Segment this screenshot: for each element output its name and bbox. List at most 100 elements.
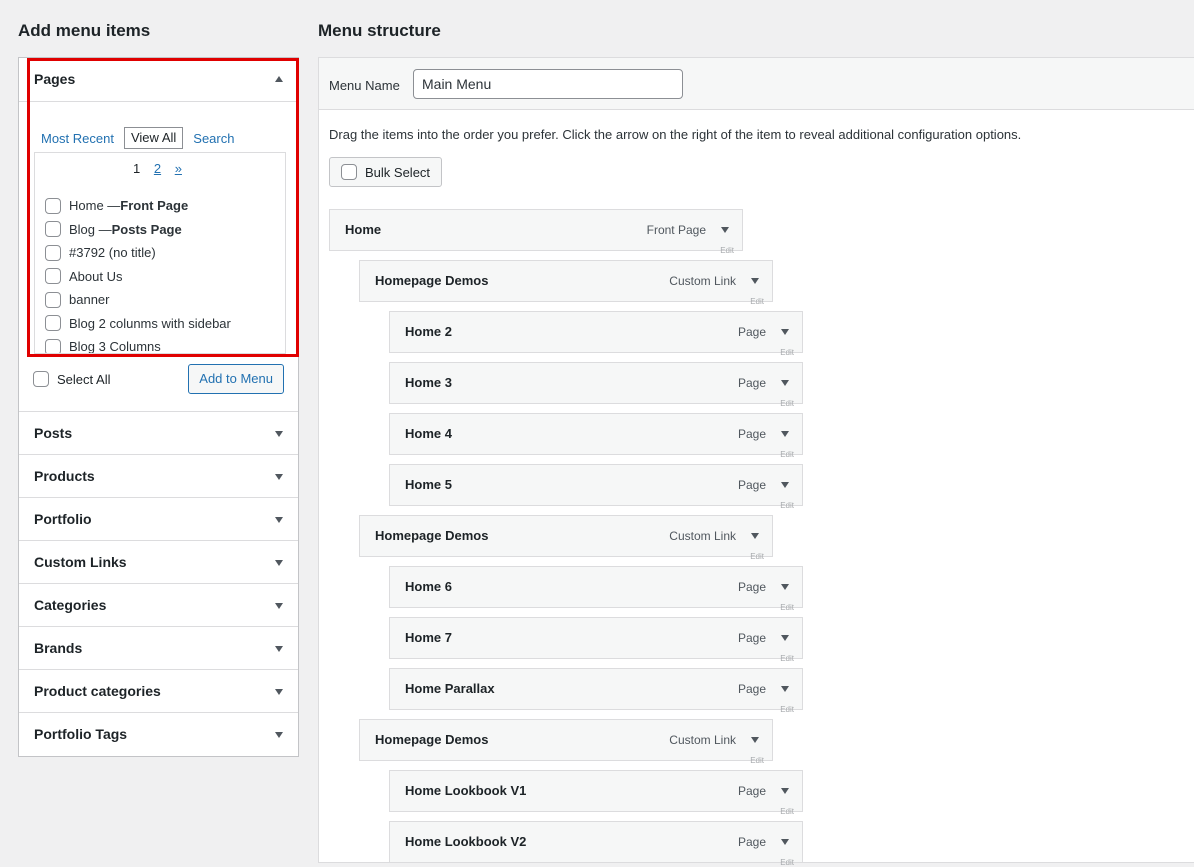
menu-item[interactable]: Home Front Page Edit <box>329 209 743 255</box>
menu-item-edit-link[interactable]: Edit <box>750 756 764 765</box>
page-checklist-item[interactable]: #3792 (no title) <box>45 241 231 265</box>
select-all-label: Select All <box>57 371 111 387</box>
expand-arrow-icon[interactable] <box>275 431 283 437</box>
menu-item[interactable]: Homepage Demos Custom Link Edit <box>359 719 773 765</box>
menu-item[interactable]: Home Parallax Page Edit <box>389 668 803 714</box>
menu-item-title: Homepage Demos <box>375 528 489 543</box>
menu-item-toggle-icon[interactable] <box>781 635 789 641</box>
page-checkbox[interactable] <box>45 315 61 332</box>
menu-item-type: Page <box>737 376 766 390</box>
collapse-arrow-icon[interactable] <box>275 76 283 82</box>
page-checkbox[interactable] <box>45 197 61 214</box>
page-checkbox[interactable] <box>45 268 61 285</box>
menu-item-title: Home 5 <box>405 477 452 492</box>
menu-item-toggle-icon[interactable] <box>781 329 789 335</box>
bulk-select-label: Bulk Select <box>365 164 431 180</box>
accordion-section[interactable]: Products <box>19 455 298 498</box>
page-checkbox[interactable] <box>45 291 61 308</box>
menu-item[interactable]: Home 3 Page Edit <box>389 362 803 408</box>
accordion-section[interactable]: Categories <box>19 584 298 627</box>
menu-item-edit-link[interactable]: Edit <box>780 603 794 612</box>
menu-item-edit-link[interactable]: Edit <box>750 297 764 306</box>
menu-item-toggle-icon[interactable] <box>721 227 729 233</box>
menu-item-edit-link[interactable]: Edit <box>780 654 794 663</box>
menu-item-title: Homepage Demos <box>375 732 489 747</box>
menu-item-toggle-icon[interactable] <box>781 431 789 437</box>
expand-arrow-icon[interactable] <box>275 560 283 566</box>
menu-item[interactable]: Home 5 Page Edit <box>389 464 803 510</box>
menu-item-edit-link[interactable]: Edit <box>780 501 794 510</box>
menu-item-edit-link[interactable]: Edit <box>780 807 794 816</box>
page-checklist-item[interactable]: Blog 2 colunms with sidebar <box>45 312 231 336</box>
menu-item-edit-link[interactable]: Edit <box>720 246 734 255</box>
menu-item-toggle-icon[interactable] <box>781 788 789 794</box>
menu-item-type: Page <box>737 580 766 594</box>
pages-section-header[interactable]: Pages <box>19 58 298 102</box>
accordion-section[interactable]: Posts <box>19 412 298 455</box>
expand-arrow-icon[interactable] <box>275 474 283 480</box>
menu-item-title: Homepage Demos <box>375 273 489 288</box>
menu-item[interactable]: Home Lookbook V1 Page Edit <box>389 770 803 816</box>
page-2-link[interactable]: 2 <box>154 161 161 176</box>
menu-item-title: Home <box>345 222 382 237</box>
page-current: 1 <box>133 161 141 176</box>
page-checklist-item[interactable]: Blog 3 Columns <box>45 335 231 353</box>
accordion-section[interactable]: Product categories <box>19 670 298 713</box>
menu-item-toggle-icon[interactable] <box>781 482 789 488</box>
menu-item-type: Page <box>737 478 766 492</box>
menu-item-toggle-icon[interactable] <box>781 686 789 692</box>
drag-instructions: Drag the items into the order you prefer… <box>329 127 1022 142</box>
page-checklist-item[interactable]: banner <box>45 288 231 312</box>
accordion-section[interactable]: Portfolio Tags <box>19 713 298 756</box>
bulk-select-button[interactable]: Bulk Select <box>329 157 443 187</box>
expand-arrow-icon[interactable] <box>275 646 283 652</box>
menu-item[interactable]: Home Lookbook V2 Page Edit <box>389 821 803 867</box>
add-to-menu-button[interactable]: Add to Menu <box>188 364 284 394</box>
page-checkbox[interactable] <box>45 244 61 261</box>
menu-item[interactable]: Homepage Demos Custom Link Edit <box>359 515 773 561</box>
menu-item-toggle-icon[interactable] <box>781 584 789 590</box>
menu-item[interactable]: Homepage Demos Custom Link Edit <box>359 260 773 306</box>
select-all-checkbox[interactable] <box>33 371 49 387</box>
menu-item-toggle-icon[interactable] <box>751 737 759 743</box>
accordion-section[interactable]: Custom Links <box>19 541 298 584</box>
menu-item-edit-link[interactable]: Edit <box>780 705 794 714</box>
menu-item-toggle-icon[interactable] <box>751 278 759 284</box>
menu-name-bar: Menu Name <box>319 58 1194 110</box>
menu-item[interactable]: Home 7 Page Edit <box>389 617 803 663</box>
page-item-state: Posts Page <box>111 221 182 237</box>
expand-arrow-icon[interactable] <box>275 517 283 523</box>
menu-item-edit-link[interactable]: Edit <box>780 348 794 357</box>
tab-most-recent[interactable]: Most Recent <box>41 128 114 149</box>
menu-item-edit-link[interactable]: Edit <box>750 552 764 561</box>
page-checklist-item[interactable]: About Us <box>45 265 231 289</box>
accordion-section[interactable]: Brands <box>19 627 298 670</box>
menu-item[interactable]: Home 4 Page Edit <box>389 413 803 459</box>
menu-item-toggle-icon[interactable] <box>781 380 789 386</box>
menu-item[interactable]: Home 2 Page Edit <box>389 311 803 357</box>
expand-arrow-icon[interactable] <box>275 603 283 609</box>
accordion-section[interactable]: Portfolio <box>19 498 298 541</box>
tab-search[interactable]: Search <box>193 128 234 149</box>
page-item-label: Blog — <box>69 221 112 237</box>
tab-view-all[interactable]: View All <box>123 127 184 149</box>
menu-item[interactable]: Home 6 Page Edit <box>389 566 803 612</box>
bulk-select-checkbox[interactable] <box>341 164 357 180</box>
menu-item-edit-link[interactable]: Edit <box>780 399 794 408</box>
menu-item-toggle-icon[interactable] <box>781 839 789 845</box>
menu-item-toggle-icon[interactable] <box>751 533 759 539</box>
menu-item-edit-link[interactable]: Edit <box>780 450 794 459</box>
menu-item-type: Page <box>737 325 766 339</box>
expand-arrow-icon[interactable] <box>275 732 283 738</box>
pages-list-panel[interactable]: 1 2 » Home — Front Page Blog — Posts Page… <box>34 152 286 354</box>
page-checklist-item[interactable]: Blog — Posts Page <box>45 218 231 242</box>
menu-name-input[interactable] <box>413 69 683 99</box>
select-all[interactable]: Select All <box>33 371 110 387</box>
page-checkbox[interactable] <box>45 338 61 353</box>
page-checkbox[interactable] <box>45 221 61 238</box>
page-checklist-item[interactable]: Home — Front Page <box>45 194 231 218</box>
expand-arrow-icon[interactable] <box>275 689 283 695</box>
next-page-link[interactable]: » <box>175 161 182 176</box>
page-item-label: Home — <box>69 198 121 214</box>
accordion-section-title: Categories <box>34 597 107 613</box>
